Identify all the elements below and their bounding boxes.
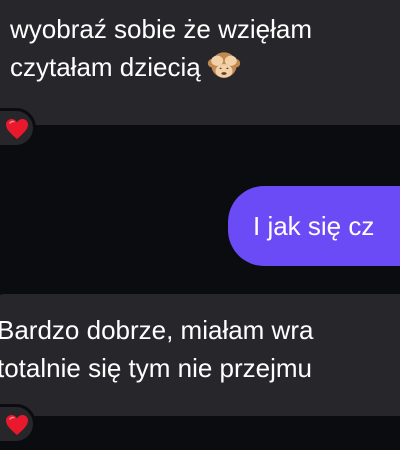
message-bubble-outgoing[interactable]: I jak się cz [228,186,400,266]
message-text-line: wyobraź sobie że wzięłam [10,14,313,44]
heart-icon [6,415,28,435]
message-text-fragment: czytałam dziecią [10,52,201,82]
message-text: I jak się cz [253,211,375,241]
message-reaction[interactable] [0,108,36,148]
heart-icon [6,119,28,139]
see-no-evil-monkey-icon [207,52,240,78]
message-bubble-incoming[interactable]: wyobraź sobie że wzięłam czytałam dzieci… [0,0,400,125]
message-text-line: czytałam dziecią [10,48,400,86]
chat-thread: wyobraź sobie że wzięłam czytałam dzieci… [0,0,400,450]
message-text-line: totalnie się tym nie przejmu [0,353,313,383]
message-bubble-incoming[interactable]: Bardzo dobrze, miałam wra totalnie się t… [0,294,400,416]
message-reaction[interactable] [0,404,36,444]
message-text-line: Bardzo dobrze, miałam wra [0,315,314,345]
